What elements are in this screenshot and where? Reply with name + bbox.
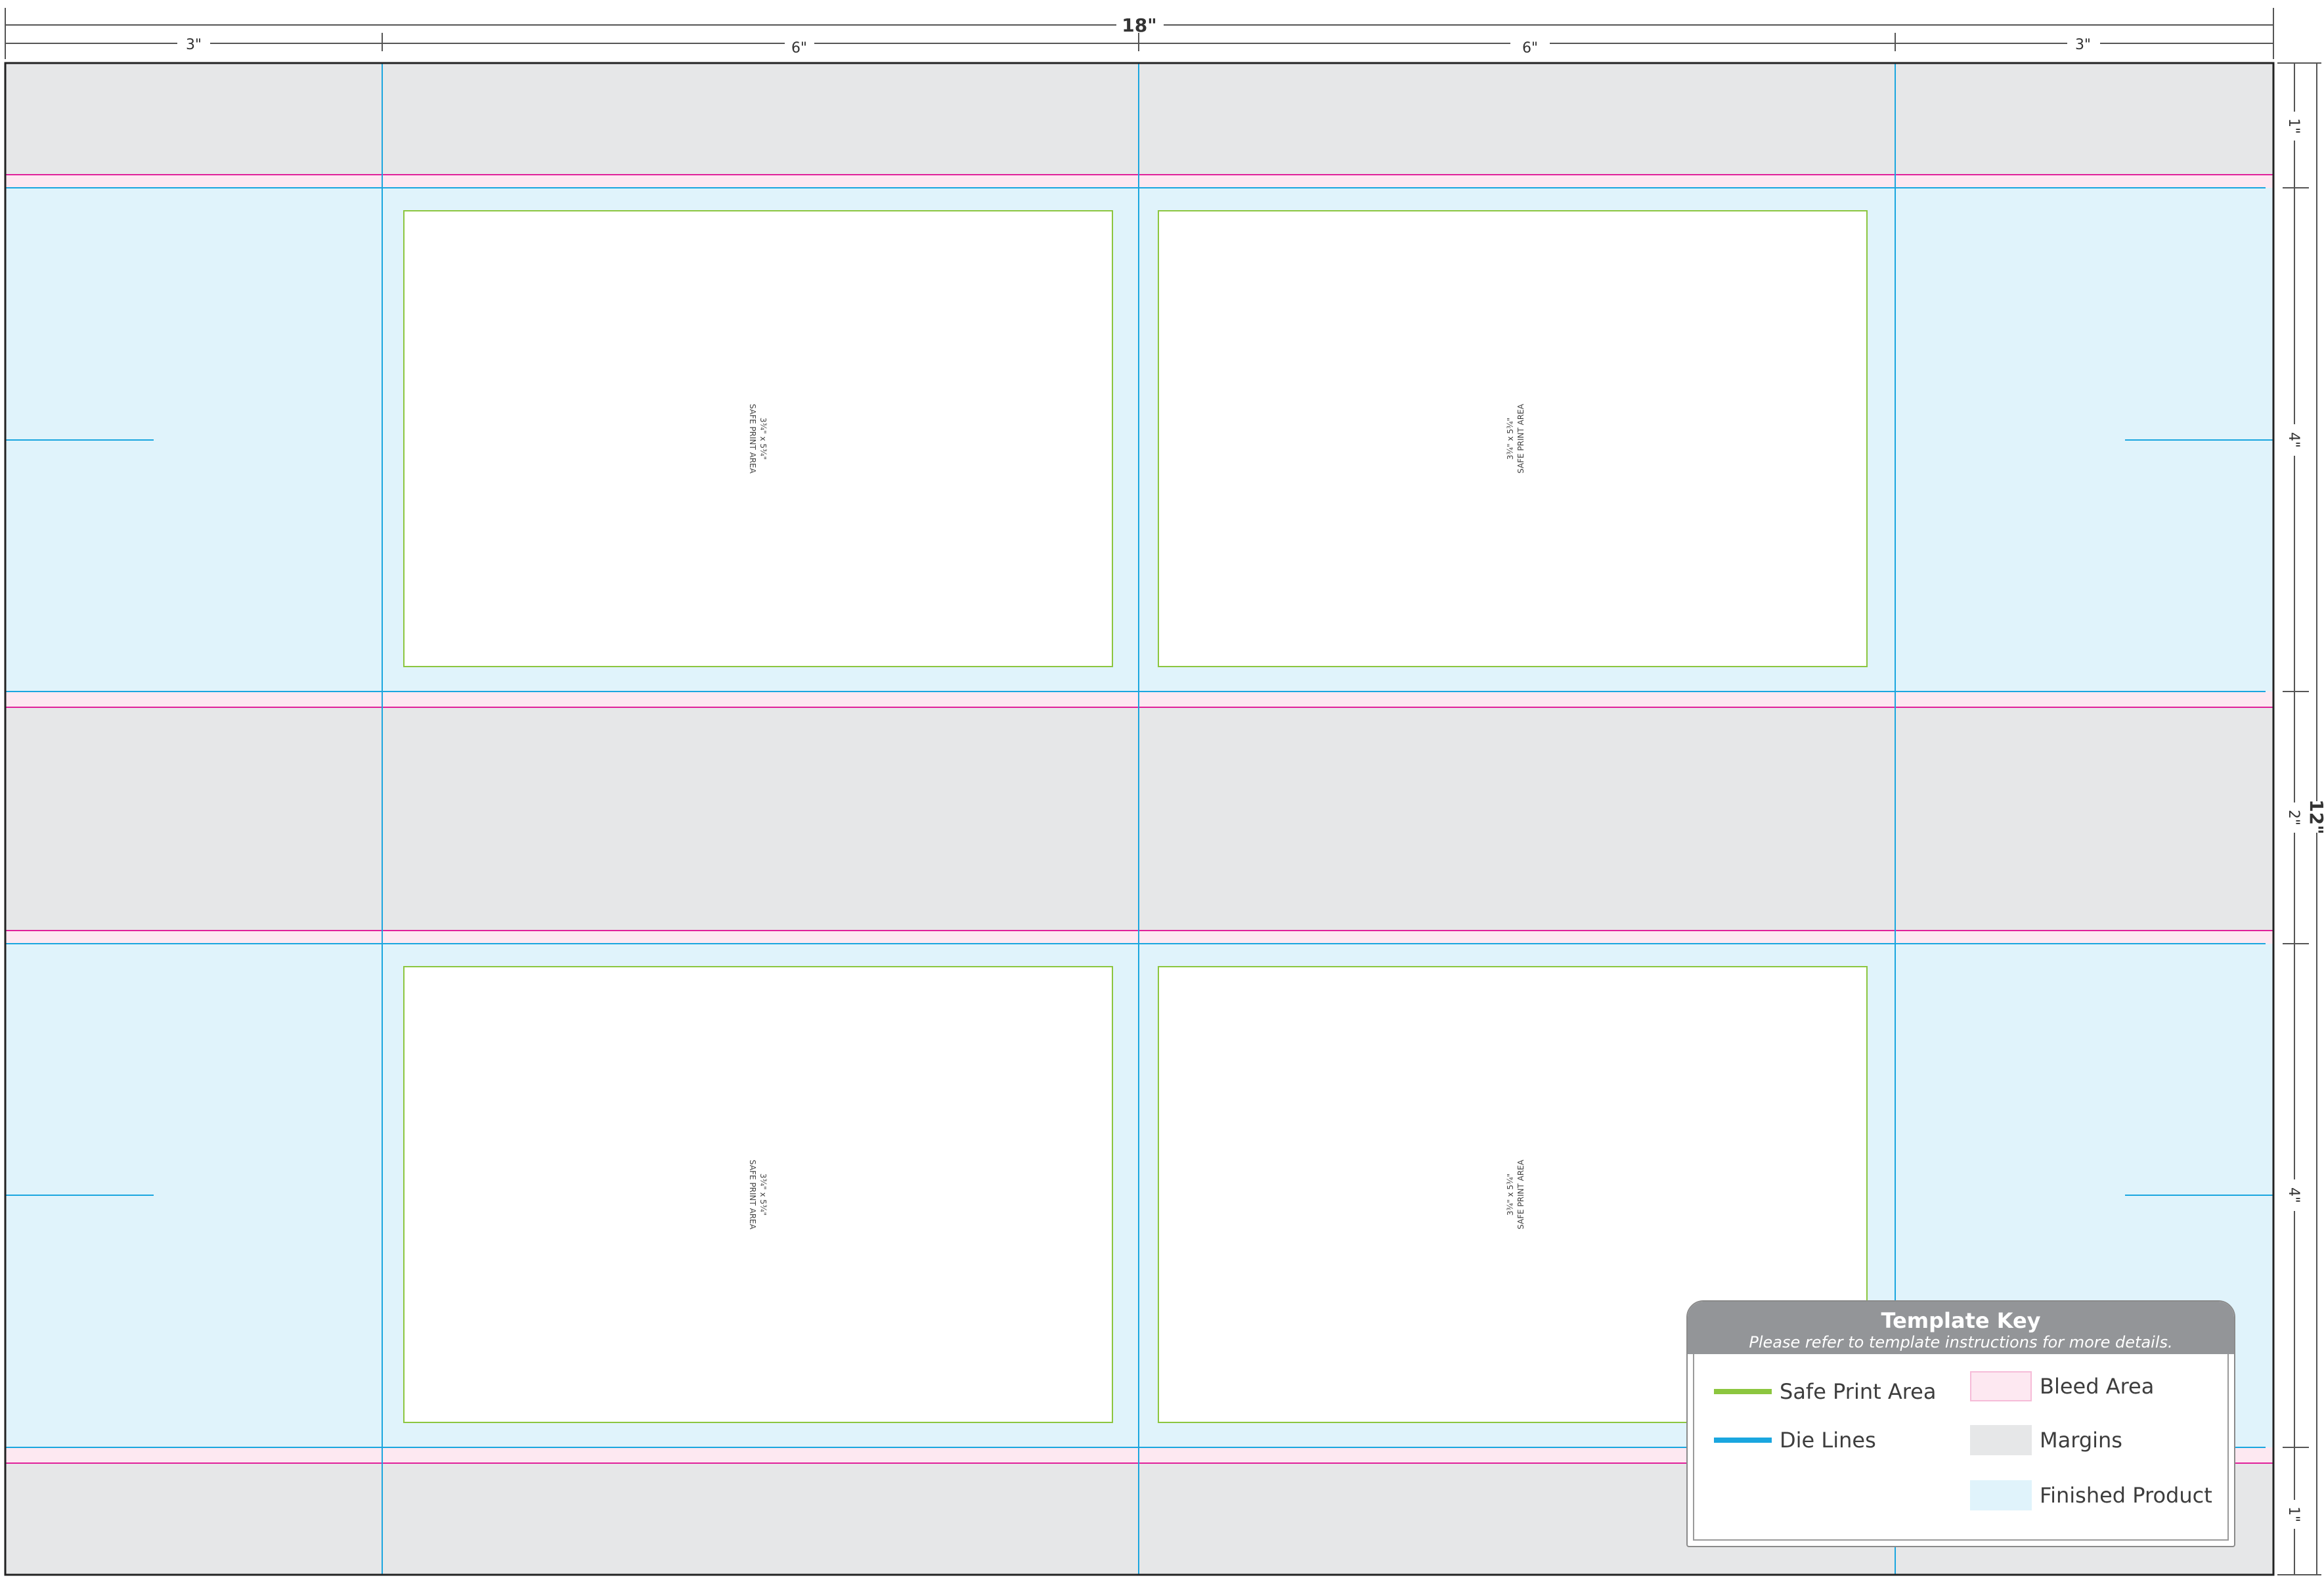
top-segment-label: 6" <box>791 40 807 56</box>
key-label: Safe Print Area <box>1780 1379 1937 1404</box>
top-segment-label: 3" <box>186 37 202 53</box>
right-segment-label: 2" <box>2285 810 2302 825</box>
total-width-label: 18" <box>1122 14 1157 36</box>
key-label: Die Lines <box>1780 1428 1876 1453</box>
right-segment-label: 1" <box>2285 1506 2302 1522</box>
card-size-label: 3¾" x 5¾" <box>758 1174 768 1216</box>
right-segment-label: 1" <box>2285 118 2302 134</box>
top-segment-label: 6" <box>1522 40 1538 56</box>
key-item-margins: Margins <box>1970 1425 2122 1455</box>
key-item-bleed: Bleed Area <box>1970 1371 2154 1401</box>
right-segment-label: 4" <box>2285 432 2302 448</box>
template-key-body: Safe Print Area Die Lines Bleed Area Mar… <box>1693 1354 2229 1541</box>
key-label: Bleed Area <box>2040 1374 2155 1399</box>
safe-print-area <box>403 966 1113 1423</box>
bleed-swatch <box>1970 1371 2032 1401</box>
safe-area-label: SAFE PRINT AREA <box>748 1160 757 1230</box>
safe-area-label: SAFE PRINT AREA <box>748 404 757 474</box>
key-label: Margins <box>2040 1428 2122 1453</box>
template-key-header: Template Key Please refer to template in… <box>1688 1302 2234 1354</box>
total-height-label: 12" <box>2306 799 2324 835</box>
template-key-subtitle: Please refer to template instructions fo… <box>1749 1333 2173 1351</box>
right-segment-label: 4" <box>2285 1187 2302 1203</box>
top-segment-label: 3" <box>2075 37 2091 53</box>
template-key: Template Key Please refer to template in… <box>1686 1300 2235 1547</box>
key-item-die-lines: Die Lines <box>1714 1428 1876 1453</box>
margins-swatch <box>1970 1425 2032 1455</box>
key-item-safe-print: Safe Print Area <box>1714 1379 1936 1404</box>
finished-swatch <box>1970 1480 2032 1510</box>
safe-area-label: SAFE PRINT AREA <box>1516 403 1525 473</box>
card-size-label: 3¾" x 5¾" <box>758 418 768 460</box>
safe-area-label: SAFE PRINT AREA <box>1516 1159 1525 1229</box>
safe-print-area <box>403 210 1113 667</box>
template-key-title: Template Key <box>1881 1308 2041 1333</box>
key-item-finished: Finished Product <box>1970 1480 2212 1510</box>
card-size-label: 3¾" x 5¾" <box>1506 418 1515 460</box>
safe-print-swatch <box>1714 1389 1772 1394</box>
card-size-label: 3¾" x 5¾" <box>1506 1174 1515 1216</box>
key-label: Finished Product <box>2040 1483 2212 1508</box>
die-line-swatch <box>1714 1438 1772 1443</box>
